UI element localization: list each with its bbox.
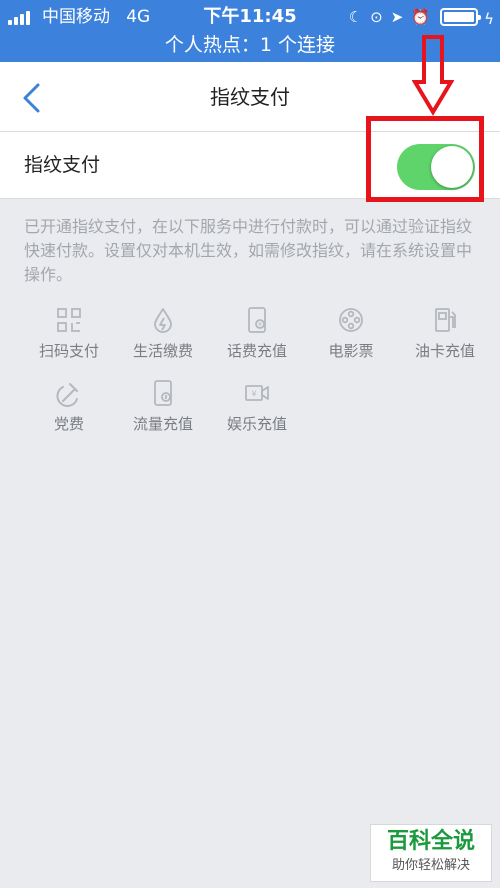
service-entertainment-topup: ¥ 娱乐充值	[210, 375, 304, 448]
water-drop-icon	[154, 308, 172, 333]
service-scan-pay: 扫码支付	[22, 302, 116, 375]
service-movie-ticket: 电影票	[304, 302, 398, 375]
service-label: 生活缴费	[132, 342, 193, 360]
service-label: 扫码支付	[38, 342, 99, 360]
annotation-highlight-box	[366, 116, 484, 202]
hammer-sickle-icon	[56, 383, 78, 407]
watermark: 百科全说 助你轻松解决	[370, 824, 492, 882]
film-reel-icon	[339, 308, 363, 332]
service-fuel-card: 油卡充值	[398, 302, 492, 375]
video-yen-icon: ¥	[245, 385, 269, 401]
service-phone-topup: ¥ 话费充值	[210, 302, 304, 375]
moon-icon: ☾	[348, 8, 363, 26]
services-grid: 扫码支付 生活缴费 ¥ 话费充值 电影票 油卡充值 党费 流量充值 ¥ 娱乐充值	[22, 302, 492, 448]
battery-icon	[440, 8, 481, 26]
annotation-arrow-down-icon	[412, 35, 454, 116]
qr-scan-icon	[57, 308, 81, 332]
service-party-fee: 党费	[22, 375, 116, 448]
alarm-icon: ⏰	[411, 8, 430, 26]
watermark-title: 百科全说	[386, 829, 475, 854]
service-label: 电影票	[328, 342, 374, 360]
watermark-subtitle: 助你轻松解决	[391, 858, 470, 873]
service-label: 油卡充值	[414, 342, 475, 360]
service-data-topup: 流量充值	[116, 375, 210, 448]
service-label: 党费	[53, 415, 84, 433]
svg-text:¥: ¥	[251, 390, 256, 399]
location-icon: ➤	[390, 8, 404, 26]
phone-yen-icon: ¥	[248, 307, 266, 333]
svg-text:¥: ¥	[258, 322, 262, 329]
charging-icon: ϟ	[484, 10, 494, 28]
fingerprint-pay-description: 已开通指纹支付，在以下服务中进行付款时，可以通过验证指纹快速付款。设置仅对本机生…	[24, 217, 473, 284]
service-label: 话费充值	[226, 342, 287, 360]
fingerprint-pay-label: 指纹支付	[24, 154, 101, 176]
fuel-pump-icon	[435, 308, 456, 332]
rotation-lock-icon: ⊙	[370, 8, 383, 26]
service-label: 娱乐充值	[226, 415, 287, 433]
phone-data-icon	[154, 380, 172, 406]
service-utilities: 生活缴费	[116, 302, 210, 375]
service-label: 流量充值	[132, 415, 193, 433]
